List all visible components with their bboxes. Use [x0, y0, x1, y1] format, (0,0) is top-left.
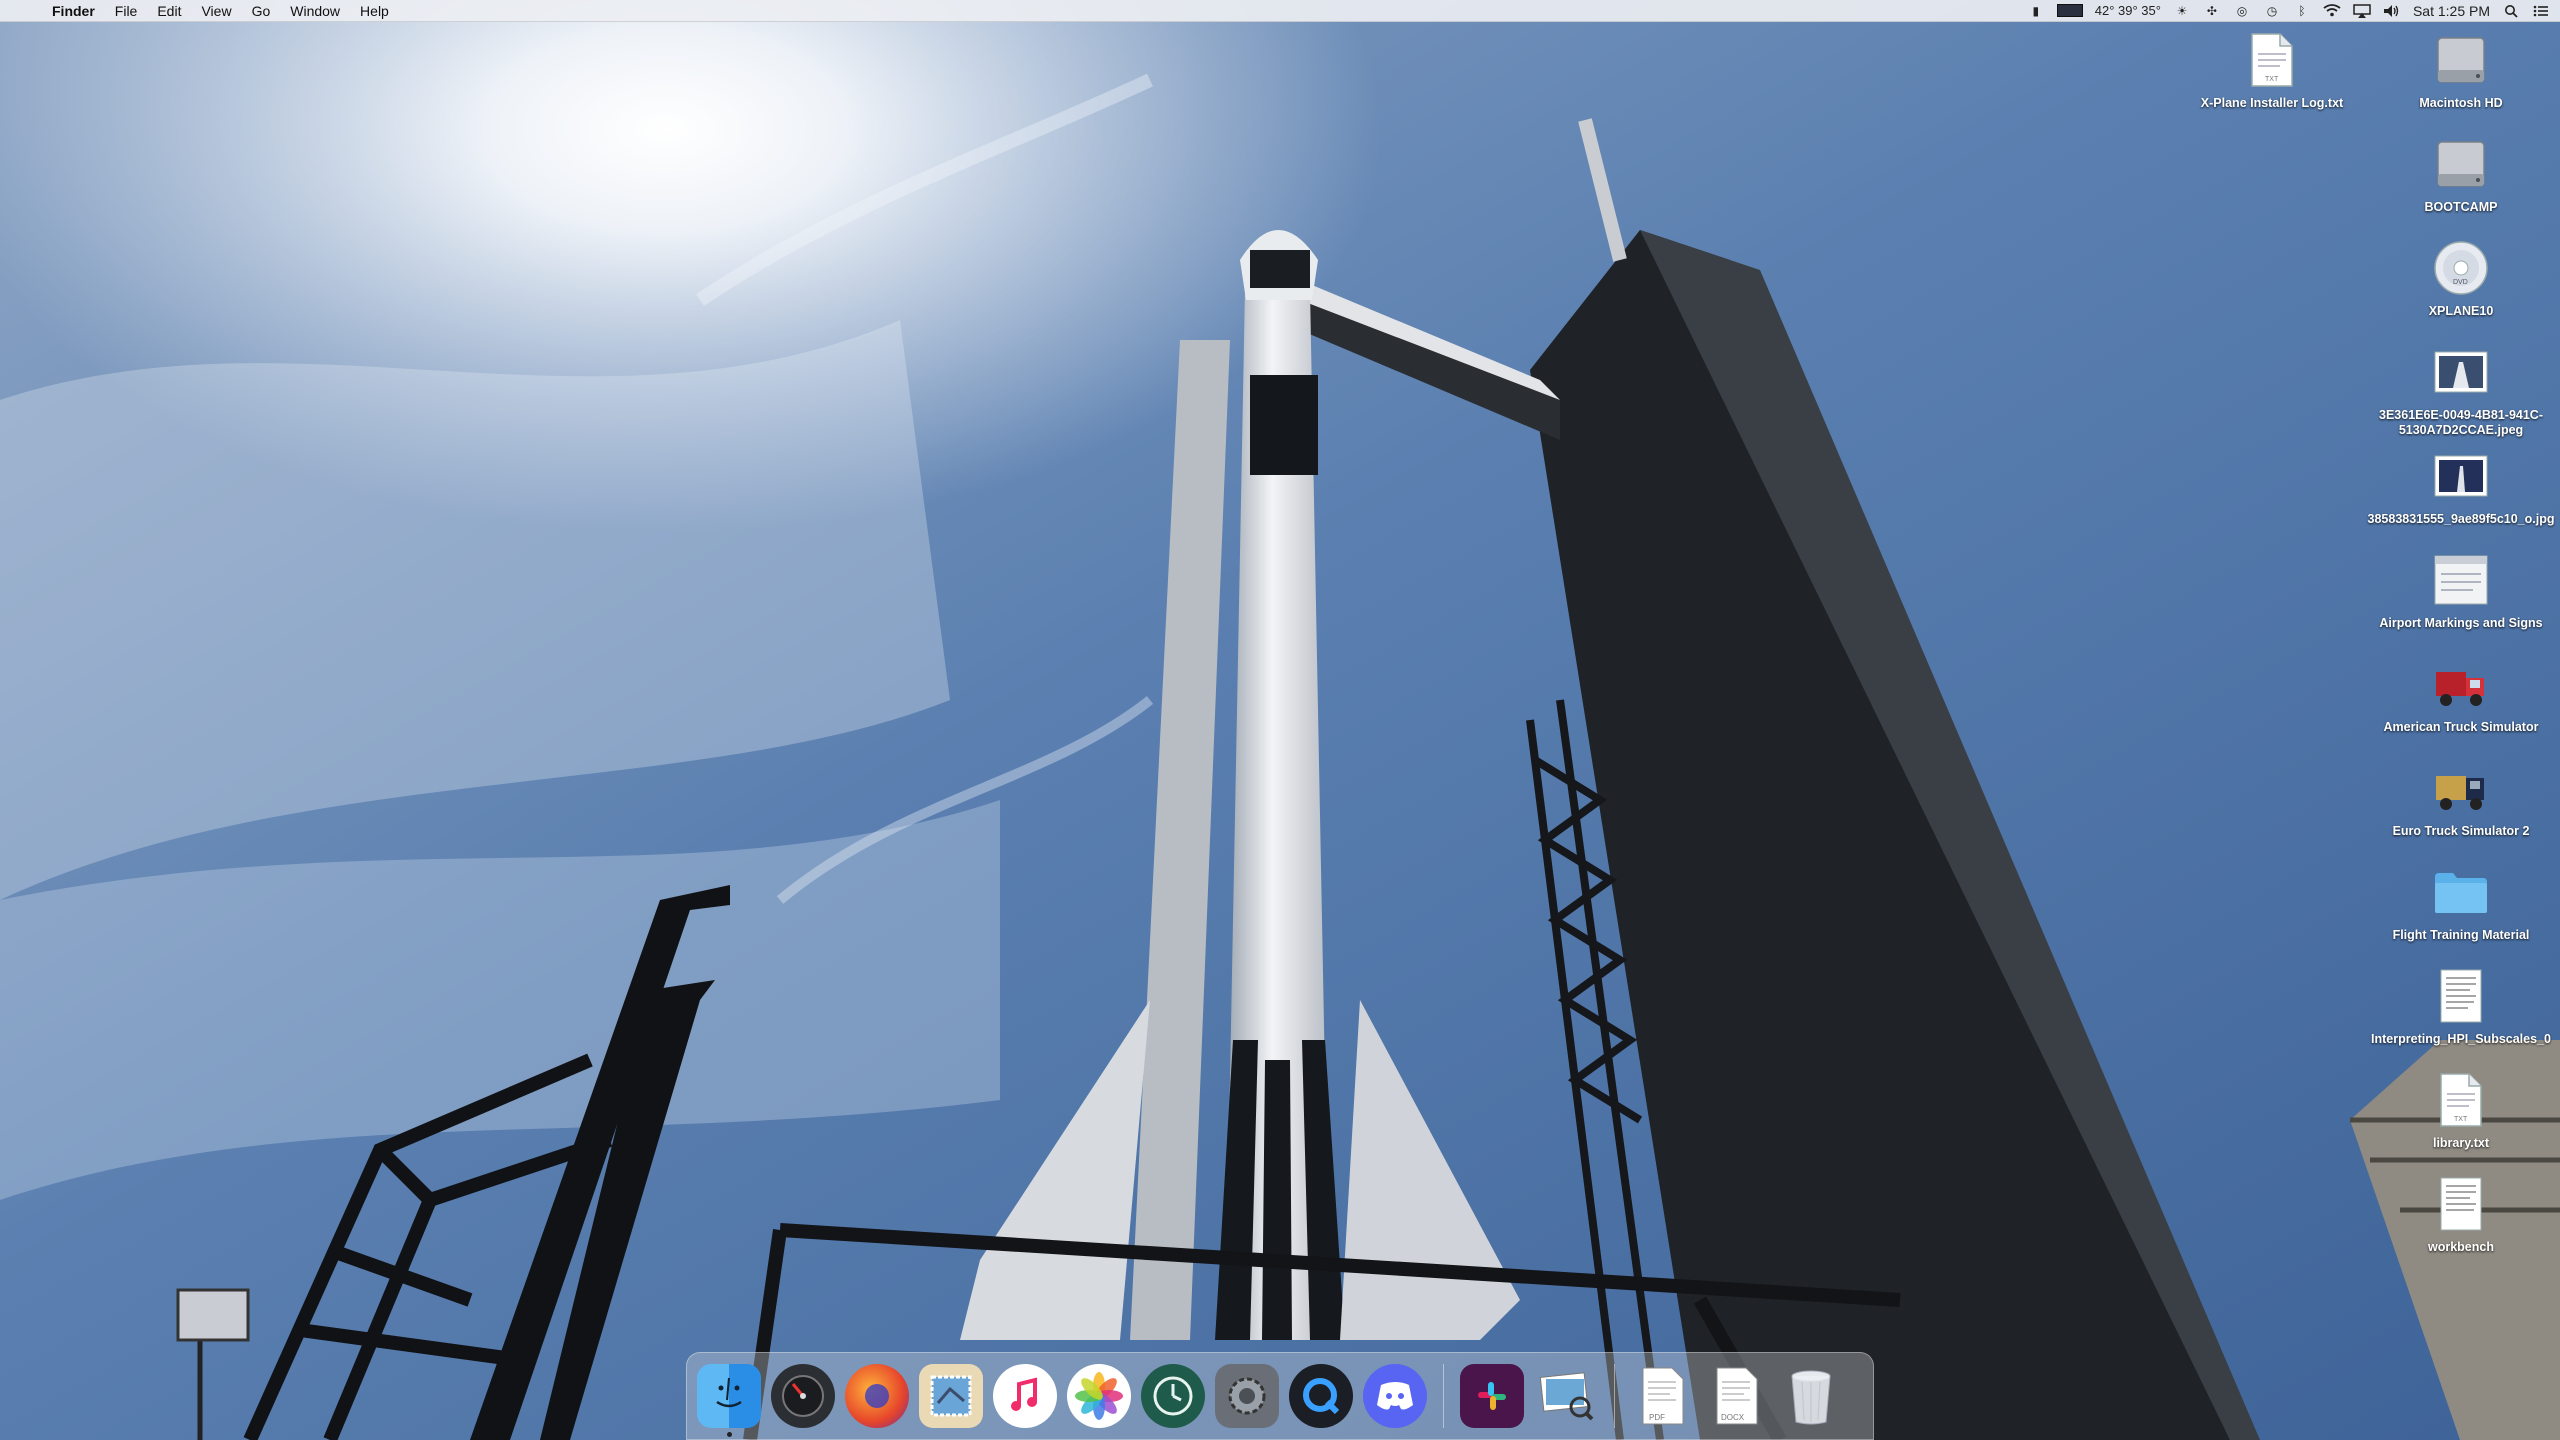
desktop-item-label: X-Plane Installer Log.txt [2200, 96, 2344, 110]
menu-file[interactable]: File [105, 0, 148, 22]
desktop-item-label: library.txt [2432, 1136, 2490, 1150]
hard-drive-icon [2429, 28, 2493, 92]
truck-app-icon [2429, 756, 2493, 820]
folder-icon [2429, 860, 2493, 924]
mail-stamp-icon [930, 1375, 972, 1417]
weather-temps[interactable]: 42° 39° 35° [2095, 3, 2161, 18]
activity-monitor-icon[interactable]: ▮ [2027, 4, 2045, 18]
desktop-item-label: Flight Training Material [2392, 928, 2530, 942]
dock-quicktime[interactable] [1289, 1364, 1353, 1428]
menu-edit[interactable]: Edit [147, 0, 191, 22]
desktop-item-xplane10[interactable]: DVD XPLANE10 [2366, 236, 2556, 319]
dock-finder[interactable] [697, 1364, 761, 1437]
desktop-item-workbench[interactable]: workbench [2366, 1172, 2556, 1255]
desktop-item-airport-markings[interactable]: Airport Markings and Signs [2366, 548, 2556, 631]
hard-drive-icon [2429, 132, 2493, 196]
notification-center-icon[interactable] [2532, 4, 2550, 18]
dock-photos[interactable] [1067, 1364, 1131, 1428]
desktop-item-label: BOOTCAMP [2424, 200, 2498, 214]
finder-icon [716, 1377, 742, 1408]
menu-app-name[interactable]: Finder [46, 0, 105, 22]
svg-text:TXT: TXT [2265, 76, 2279, 83]
dock-system-preferences[interactable] [1215, 1364, 1279, 1428]
dock-separator [1443, 1364, 1444, 1428]
photos-flower-icon [1075, 1372, 1123, 1420]
desktop-wallpaper [0, 0, 2560, 1440]
truck-app-icon [2429, 652, 2493, 716]
desktop-item-american-truck-sim[interactable]: American Truck Simulator [2366, 652, 2556, 735]
desktop-item-bootcamp[interactable]: BOOTCAMP [2366, 132, 2556, 215]
desktop-item-jpg-2[interactable]: 38583831555_9ae89f5c10_o.jpg [2366, 444, 2556, 527]
dock-separator [1614, 1364, 1615, 1428]
dock-docx-file[interactable]: DOCX [1705, 1364, 1769, 1428]
dock-pdf-file[interactable]: PDF [1631, 1364, 1695, 1428]
desktop-item-label: XPLANE10 [2428, 304, 2494, 318]
dock-slack[interactable] [1460, 1364, 1524, 1428]
menu-go[interactable]: Go [242, 0, 281, 22]
spotlight-search-icon[interactable] [2502, 4, 2520, 18]
weather-icon[interactable]: ☀ [2173, 4, 2191, 18]
time-machine-icon[interactable]: ◷ [2263, 4, 2281, 18]
desktop-item-label: Euro Truck Simulator 2 [2392, 824, 2530, 838]
desktop-item-label: Interpreting_HPI_Subscales_0 [2371, 1032, 2551, 1046]
desktop-item-macintosh-hd[interactable]: Macintosh HD [2366, 28, 2556, 111]
dock-itunes[interactable] [993, 1364, 1057, 1428]
clock-icon [1153, 1376, 1193, 1416]
desktop-item-label: 3E361E6E-0049-4B81-941C-5130A7D2CCAE.jpe… [2379, 408, 2543, 437]
document-icon [2429, 1172, 2493, 1236]
desktop-item-label: workbench [2428, 1240, 2494, 1254]
image-file-icon [2429, 444, 2493, 508]
preview-icon [1539, 1372, 1594, 1421]
quicktime-q-icon [1303, 1378, 1340, 1415]
desktop-item-label: American Truck Simulator [2383, 720, 2539, 734]
dock-dashboard[interactable] [771, 1364, 835, 1428]
document-icon [2429, 964, 2493, 1028]
menu-view[interactable]: View [191, 0, 241, 22]
bluetooth-icon[interactable]: ᛒ [2293, 4, 2311, 18]
running-indicator [727, 1432, 732, 1437]
menu-bar: Finder File Edit View Go Window Help ▮ 4… [0, 0, 2560, 22]
desktop-item-label: Airport Markings and Signs [2379, 616, 2543, 630]
dock-time-machine[interactable] [1141, 1364, 1205, 1428]
extension-icon[interactable]: ✣ [2203, 4, 2221, 18]
dashboard-icon [782, 1375, 824, 1417]
svg-text:DVD: DVD [2453, 279, 2468, 286]
slack-icon [1478, 1382, 1506, 1410]
dock-mail[interactable] [919, 1364, 983, 1428]
menu-help[interactable]: Help [350, 0, 399, 22]
wifi-icon[interactable] [2323, 4, 2341, 18]
dock: PDF DOCX [686, 1352, 1874, 1440]
desktop-item-jpeg-1[interactable]: 3E361E6E-0049-4B81-941C-5130A7D2CCAE.jpe… [2366, 340, 2556, 438]
text-file-icon: TXT [2429, 1068, 2493, 1132]
dock-firefox[interactable] [845, 1364, 909, 1428]
discord-icon [1377, 1382, 1413, 1410]
desktop-item-label: 38583831555_9ae89f5c10_o.jpg [2367, 512, 2555, 526]
desktop-item-euro-truck-sim[interactable]: Euro Truck Simulator 2 [2366, 756, 2556, 839]
desktop-item-flight-training[interactable]: Flight Training Material [2366, 860, 2556, 943]
menubar-clock[interactable]: Sat 1:25 PM [2413, 3, 2490, 19]
image-file-icon [2429, 340, 2493, 404]
svg-text:TXT: TXT [2454, 1116, 2468, 1123]
document-icon [2429, 548, 2493, 612]
pdf-label: PDF [1649, 1413, 1665, 1422]
cpu-graph-icon[interactable] [2056, 4, 2083, 17]
dock-discord[interactable] [1363, 1364, 1427, 1428]
music-note-icon [1011, 1377, 1037, 1411]
docx-label: DOCX [1721, 1413, 1745, 1422]
volume-icon[interactable] [2383, 4, 2401, 18]
dock-preview[interactable] [1534, 1364, 1598, 1428]
menu-window[interactable]: Window [280, 0, 350, 22]
firefox-icon [865, 1384, 889, 1408]
desktop-item-library-txt[interactable]: TXT library.txt [2366, 1068, 2556, 1151]
desktop-item-interpreting-hpi[interactable]: Interpreting_HPI_Subscales_0 [2366, 964, 2556, 1047]
dvd-icon: DVD [2429, 236, 2493, 300]
desktop-item-label: Macintosh HD [2419, 96, 2503, 110]
desktop-item-xplane-log[interactable]: TXT X-Plane Installer Log.txt [2177, 28, 2367, 111]
text-file-icon: TXT [2240, 28, 2304, 92]
sync-icon[interactable]: ◎ [2233, 4, 2251, 18]
airplay-icon[interactable] [2353, 3, 2371, 18]
trash-icon [1791, 1370, 1831, 1425]
dock-trash[interactable] [1779, 1364, 1843, 1428]
gear-icon [1228, 1377, 1266, 1415]
